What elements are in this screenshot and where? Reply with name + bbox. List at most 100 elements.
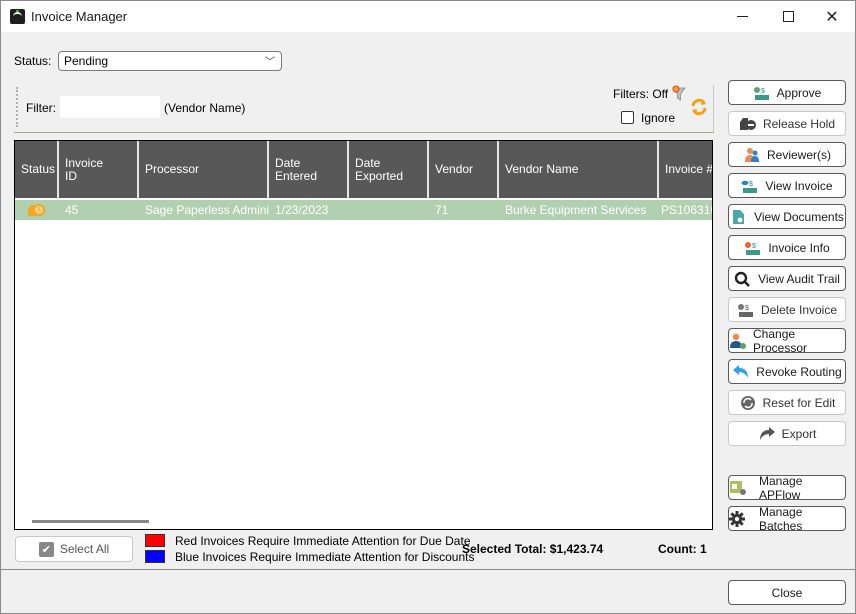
release-hold-icon — [739, 117, 756, 130]
row-vendor: 71 — [435, 203, 449, 217]
maximize-icon — [782, 11, 794, 22]
column-header-vendor[interactable]: Vendor — [429, 141, 499, 198]
svg-text:$: $ — [761, 88, 765, 95]
approve-icon: $ — [753, 86, 769, 100]
approve-label: Approve — [776, 85, 822, 100]
view-documents-label: View Documents — [754, 209, 844, 224]
horizontal-scrollbar[interactable] — [32, 520, 149, 523]
change-processor-button[interactable]: Change Processor — [728, 326, 846, 355]
refresh-icon[interactable] — [690, 98, 708, 116]
minimize-icon — [736, 16, 748, 17]
status-selected-value: Pending — [64, 54, 109, 68]
column-header-invoice-number[interactable]: Invoice # — [659, 141, 712, 198]
close-icon: ✕ — [825, 8, 839, 26]
title-bar: Invoice Manager ✕ — [1, 1, 855, 32]
row-invoice-number: PS106310 — [661, 203, 713, 217]
row-status-cell — [15, 200, 59, 220]
svg-text:$: $ — [752, 243, 756, 250]
invoice-info-label: Invoice Info — [768, 240, 830, 255]
view-audit-trail-button[interactable]: View Audit Trail — [728, 266, 846, 291]
minimize-button[interactable] — [719, 1, 765, 32]
reset-for-edit-button[interactable]: Reset for Edit — [728, 390, 846, 415]
select-all-label: Select All — [59, 542, 110, 556]
ignore-checkbox[interactable] — [621, 111, 634, 124]
export-icon — [759, 426, 775, 440]
column-header-invoice-id[interactable]: Invoice ID — [59, 141, 139, 198]
filters-state-label: Filters: Off — [613, 87, 669, 101]
svg-text:$: $ — [745, 305, 749, 312]
column-header-date-entered[interactable]: Date Entered — [269, 141, 349, 198]
table-row[interactable]: 45 Sage Paperless Adminis... 1/23/2023 7… — [15, 200, 712, 220]
row-invoice-id: 45 — [65, 203, 79, 217]
column-header-vendor-name[interactable]: Vendor Name — [499, 141, 659, 198]
reviewers-label: Reviewer(s) — [766, 147, 831, 162]
manage-apflow-label: Manage APFlow — [759, 473, 803, 502]
row-processor: Sage Paperless Adminis... — [145, 203, 269, 217]
checkbox-checked-icon: ✔ — [38, 541, 54, 557]
delete-invoice-label: Delete Invoice — [760, 302, 838, 317]
change-processor-icon — [730, 333, 746, 349]
delete-invoice-button[interactable]: $ Delete Invoice — [728, 297, 846, 322]
column-header-date-exported-label: Date Exported — [355, 155, 404, 183]
row-date-entered: 1/23/2023 — [275, 203, 329, 217]
reviewers-button[interactable]: Reviewer(s) — [728, 142, 846, 167]
on-hold-icon — [28, 204, 45, 216]
delete-invoice-icon: $ — [737, 303, 753, 317]
svg-text:$: $ — [749, 181, 753, 188]
search-icon — [734, 271, 750, 287]
select-all-button[interactable]: ✔ Select All — [15, 536, 133, 562]
close-window-button[interactable]: ✕ — [809, 1, 855, 32]
reset-for-edit-label: Reset for Edit — [762, 395, 836, 410]
revoke-routing-button[interactable]: Revoke Routing — [728, 359, 846, 384]
export-label: Export — [781, 426, 817, 441]
filter-toolbar: Filter: (Vendor Name) Filters: Off Ignor… — [14, 85, 714, 133]
reset-icon — [740, 395, 755, 410]
approve-button[interactable]: $ Approve — [728, 80, 846, 105]
invoice-manager-window: Invoice Manager ✕ Status: Pending ﹀ Filt… — [0, 0, 856, 614]
grid-header: Status Invoice ID Processor Date Entered… — [15, 141, 712, 198]
invoice-info-button[interactable]: $ Invoice Info — [728, 235, 846, 260]
invoice-info-icon: $ — [745, 241, 761, 255]
close-button[interactable]: Close — [728, 580, 846, 605]
change-processor-label: Change Processor — [753, 326, 808, 355]
status-label: Status: — [14, 54, 52, 68]
selected-count: Count: 1 — [658, 542, 707, 556]
maximize-button[interactable] — [765, 1, 811, 32]
column-header-status[interactable]: Status — [15, 141, 59, 198]
blue-legend-text: Blue Invoices Require Immediate Attentio… — [175, 550, 475, 564]
manage-batches-label: Manage Batches — [759, 504, 803, 533]
row-vendor-name: Burke Equipment Services — [505, 203, 647, 217]
view-invoice-button[interactable]: $ View Invoice — [728, 173, 846, 198]
red-legend-text: Red Invoices Require Immediate Attention… — [175, 534, 471, 548]
view-invoice-icon: $ — [741, 180, 758, 193]
export-button[interactable]: Export — [728, 421, 846, 446]
gear-icon — [729, 510, 745, 527]
column-header-date-entered-label: Date Entered — [275, 155, 318, 183]
divider — [1, 569, 855, 570]
filter-hint: (Vendor Name) — [164, 101, 246, 115]
release-hold-label: Release Hold — [762, 116, 836, 131]
status-dropdown[interactable]: Pending ﹀ — [58, 51, 282, 71]
ignore-label: Ignore — [641, 111, 676, 125]
manage-batches-button[interactable]: Manage Batches — [728, 504, 846, 533]
apflow-icon — [730, 480, 746, 495]
revoke-routing-label: Revoke Routing — [756, 364, 842, 379]
column-header-invoice-id-label: Invoice ID — [65, 155, 104, 183]
blue-legend-swatch — [145, 550, 165, 563]
toolbar-grip[interactable] — [16, 87, 18, 127]
release-hold-button[interactable]: Release Hold — [728, 111, 846, 136]
funnel-icon[interactable] — [672, 85, 686, 101]
close-label: Close — [771, 585, 803, 600]
view-audit-trail-label: View Audit Trail — [758, 271, 840, 286]
column-header-processor[interactable]: Processor — [139, 141, 269, 198]
revoke-routing-icon — [733, 364, 749, 378]
vendor-name-filter-input[interactable] — [60, 96, 160, 118]
manage-apflow-button[interactable]: Manage APFlow — [728, 473, 846, 502]
window-title: Invoice Manager — [31, 9, 128, 24]
view-documents-icon — [733, 209, 745, 224]
reviewers-icon — [744, 147, 759, 162]
red-legend-swatch — [145, 534, 165, 547]
column-header-date-exported[interactable]: Date Exported — [349, 141, 429, 198]
view-documents-button[interactable]: View Documents — [728, 204, 846, 229]
invoice-grid: Status Invoice ID Processor Date Entered… — [14, 140, 713, 530]
